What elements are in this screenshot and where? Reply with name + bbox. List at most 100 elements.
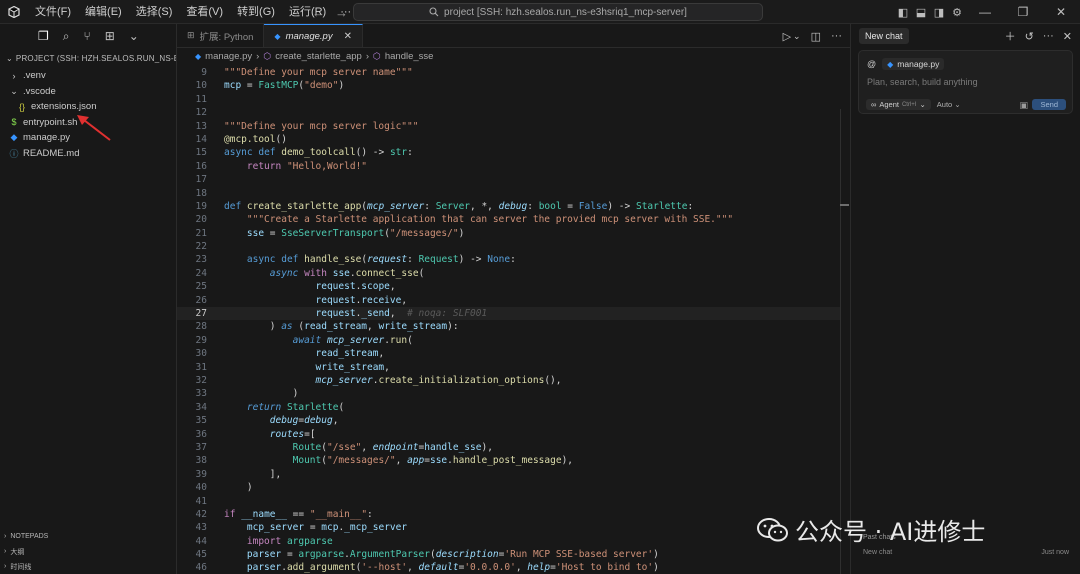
toggle-panel-icon[interactable]: ⬓: [912, 6, 930, 19]
code-line[interactable]: 35 debug=debug,: [177, 414, 840, 427]
file-tree-item[interactable]: ⓘ README.md: [0, 146, 176, 162]
code-line[interactable]: 32 mcp_server.create_initialization_opti…: [177, 374, 840, 387]
send-button[interactable]: Send: [1032, 99, 1066, 110]
code-line[interactable]: 33 ): [177, 387, 840, 400]
run-icon[interactable]: ▷: [783, 30, 791, 43]
code-text: request.receive,: [315, 294, 408, 306]
code-line[interactable]: 45 parser = argparse.ArgumentParser(desc…: [177, 548, 840, 561]
image-attach-icon[interactable]: ▣: [1019, 100, 1028, 111]
code-line[interactable]: 40 ): [177, 481, 840, 494]
line-number: 12: [195, 107, 207, 119]
code-line[interactable]: 31 write_stream,: [177, 361, 840, 374]
forward-arrow-icon[interactable]: →: [335, 5, 348, 20]
code-line[interactable]: 44 import argparse: [177, 535, 840, 548]
add-context-at-icon[interactable]: @: [867, 59, 876, 69]
code-line[interactable]: 22: [177, 240, 840, 253]
history-icon[interactable]: ↺: [1025, 30, 1034, 43]
mode-selector[interactable]: ∞ Agent Ctrl+I ⌄: [866, 99, 931, 110]
code-line[interactable]: 21 sse = SseServerTransport("/messages/"…: [177, 227, 840, 240]
chat-input[interactable]: Plan, search, build anything: [867, 77, 978, 87]
code-line[interactable]: 17: [177, 173, 840, 186]
source-control-icon[interactable]: ⑂: [84, 29, 91, 43]
code-line[interactable]: 36 routes=[: [177, 428, 840, 441]
close-tab-icon[interactable]: ✕: [344, 31, 352, 42]
code-line[interactable]: 27 request._send, # noqa: SLF001: [177, 307, 840, 321]
split-editor-icon[interactable]: ◫: [811, 30, 821, 43]
code-line[interactable]: 25 request.scope,: [177, 280, 840, 293]
code-line[interactable]: 46 parser.add_argument('--host', default…: [177, 561, 840, 574]
more-views-chevron-icon[interactable]: ⌄: [129, 29, 139, 43]
extensions-icon[interactable]: ⊞: [105, 29, 115, 43]
search-icon[interactable]: ⌕: [63, 29, 70, 44]
code-line[interactable]: 29 await mcp_server.run(: [177, 334, 840, 347]
code-line[interactable]: 41: [177, 495, 840, 508]
code-line[interactable]: 14 @mcp.tool(): [177, 133, 840, 146]
chevron-right-icon: ›: [12, 70, 16, 81]
line-number: 30: [195, 348, 207, 360]
code-line[interactable]: 19 def create_starlette_app(mcp_server: S…: [177, 200, 840, 213]
code-line[interactable]: 15 async def demo_toolcall() -> str:: [177, 146, 840, 159]
code-line[interactable]: 24 async with sse.connect_sse(: [177, 267, 840, 280]
line-number: 22: [195, 241, 207, 253]
code-line[interactable]: 30 read_stream,: [177, 347, 840, 360]
toggle-secondary-sidebar-icon[interactable]: ◨: [930, 6, 948, 19]
more-actions-icon[interactable]: ···: [831, 30, 842, 42]
breadcrumb-separator-icon: ›: [256, 51, 260, 62]
code-line[interactable]: 16 return "Hello,World!": [177, 160, 840, 173]
code-line[interactable]: 10 mcp = FastMCP("demo"): [177, 79, 840, 92]
code-line[interactable]: 38 Mount("/messages/", app=sse.handle_po…: [177, 454, 840, 467]
toggle-primary-sidebar-icon[interactable]: ◧: [894, 6, 912, 19]
command-center[interactable]: project [SSH: hzh.sealos.run_ns-e3hsriq1…: [353, 3, 763, 21]
code-line[interactable]: 43 mcp_server = mcp._mcp_server: [177, 521, 840, 534]
code-line[interactable]: 37 Route("/sse", endpoint=handle_sse),: [177, 441, 840, 454]
tab-manage-py[interactable]: ◆ manage.py ✕: [264, 24, 363, 47]
minimize-button[interactable]: —: [966, 0, 1004, 24]
section-notepads[interactable]: › NOTEPADS: [0, 529, 176, 544]
settings-gear-icon[interactable]: ⚙: [948, 6, 966, 19]
back-arrow-icon[interactable]: ←: [312, 5, 325, 20]
code-line[interactable]: 34 return Starlette(: [177, 401, 840, 414]
menu-item[interactable]: 查看(V): [179, 0, 230, 24]
menu-item[interactable]: 编辑(E): [78, 0, 129, 24]
code-line[interactable]: 12: [177, 106, 840, 119]
breadcrumb-function[interactable]: handle_sse: [385, 51, 434, 62]
context-file-chip[interactable]: ◆ manage.py: [882, 58, 945, 70]
model-selector[interactable]: Auto ⌄: [937, 100, 961, 109]
file-tree-item[interactable]: ⌄ .vscode: [0, 84, 176, 100]
breadcrumb-file[interactable]: manage.py: [205, 51, 252, 62]
explorer-files-icon[interactable]: ❐: [38, 29, 49, 43]
code-line[interactable]: 39 ],: [177, 468, 840, 481]
scrollbar-track[interactable]: [840, 109, 841, 574]
menu-item[interactable]: 选择(S): [129, 0, 180, 24]
close-icon[interactable]: ✕: [1063, 30, 1072, 43]
context-row: @ ◆ manage.py: [867, 58, 945, 70]
code-text: ) as (read_stream, write_stream):: [224, 321, 459, 333]
menu-item[interactable]: 转到(G): [230, 0, 282, 24]
code-line[interactable]: 13 """Define your mcp server logic""": [177, 120, 840, 133]
code-text: write_stream,: [315, 361, 390, 373]
code-line[interactable]: 28 ) as (read_stream, write_stream):: [177, 320, 840, 333]
chevron-down-icon[interactable]: ⌄: [793, 31, 801, 42]
plus-icon[interactable]: ＋: [1005, 28, 1016, 44]
tab-extension-python[interactable]: ⊞ 扩展: Python: [177, 24, 265, 47]
close-window-button[interactable]: ✕: [1042, 0, 1080, 24]
chat-tab-new[interactable]: New chat: [859, 28, 909, 44]
code-line[interactable]: 26 request.receive,: [177, 294, 840, 307]
breadcrumb-function[interactable]: create_starlette_app: [275, 51, 362, 62]
explorer-section-header[interactable]: ⌄ PROJECT (SSH: HZH.SEALOS.RUN_NS-E3H...: [0, 48, 176, 68]
history-item[interactable]: New chat Just now: [863, 549, 1069, 556]
file-tree-item[interactable]: › .venv: [0, 68, 176, 84]
menu-item[interactable]: 文件(F): [28, 0, 78, 24]
section-timeline[interactable]: › 时间线: [0, 559, 176, 574]
code-line[interactable]: 20 """Create a Starlette application tha…: [177, 213, 840, 226]
more-actions-icon[interactable]: ···: [1043, 30, 1054, 42]
code-line[interactable]: 42 if __name__ == "__main__":: [177, 508, 840, 521]
code-line[interactable]: 11: [177, 93, 840, 106]
code-editor[interactable]: 9 """Define your mcp server name""" 10 mcp …: [177, 66, 840, 574]
section-outline[interactable]: › 大纲: [0, 544, 176, 559]
restore-button[interactable]: ❐: [1004, 0, 1042, 24]
code-line[interactable]: 9 """Define your mcp server name""": [177, 66, 840, 79]
chat-header-actions: ＋ ↺ ··· ✕: [1005, 24, 1072, 48]
code-line[interactable]: 18: [177, 187, 840, 200]
code-line[interactable]: 23 async def handle_sse(request: Request…: [177, 253, 840, 266]
